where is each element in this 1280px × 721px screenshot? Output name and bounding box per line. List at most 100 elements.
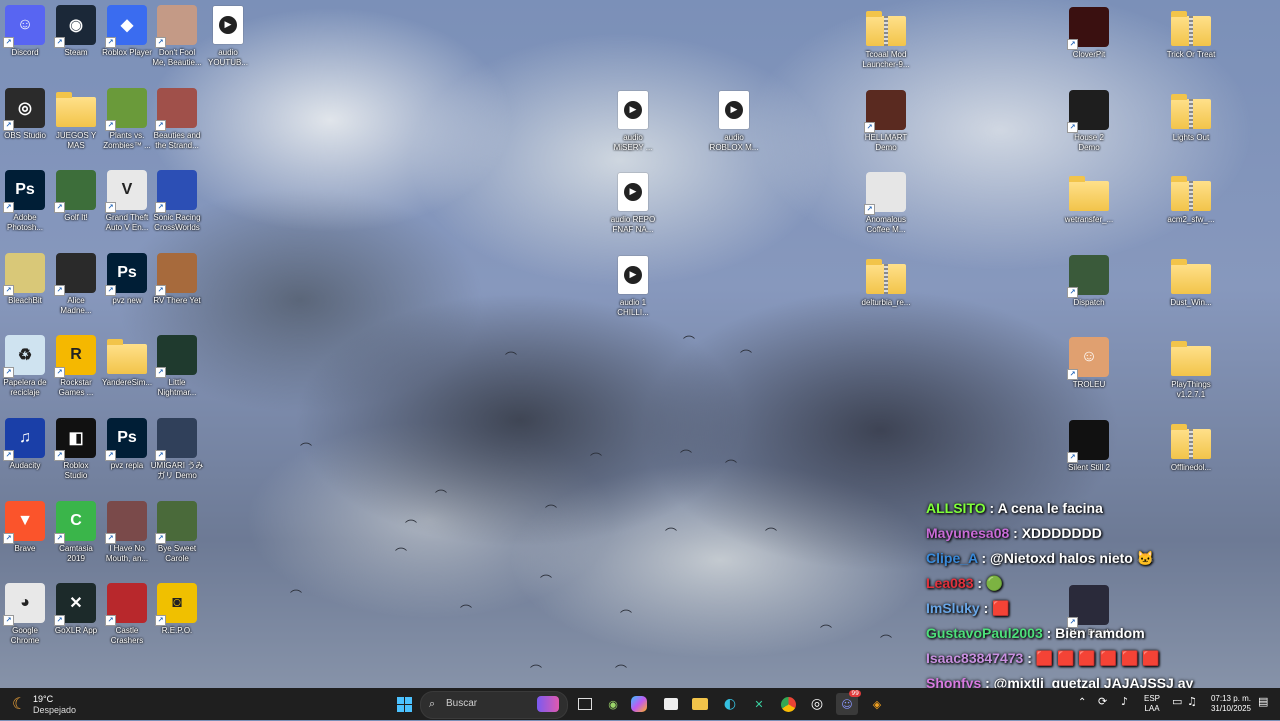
chrome-taskbar-icon[interactable] — [777, 693, 799, 715]
zip-folder-icon — [866, 7, 906, 47]
app-icon: ↗ — [3, 252, 45, 296]
desktop-icon-silent-still-2[interactable]: ↗ Silent Still 2 — [1060, 420, 1118, 473]
volume-icon[interactable]: ♫ — [1187, 696, 1197, 707]
app-icon: ↗ — [105, 87, 147, 131]
edge-icon[interactable]: ◐ — [719, 693, 741, 715]
desktop-icon-papelera-de-reciclaje[interactable]: ♻ ↗ Papelera de reciclaje — [0, 335, 54, 398]
taskbar-search[interactable]: ⌕ Buscar — [420, 691, 568, 719]
app-icon: ↗ — [864, 172, 906, 215]
desktop-icon-audio-misery[interactable]: ▶ audio MiSERY ... — [604, 90, 662, 153]
desktop-icon-wetransfer[interactable]: wetransfer_... — [1060, 172, 1118, 225]
desktop-icon-beauties-and-the-strand[interactable]: ↗ Beauties and the Strand... — [148, 87, 206, 151]
copilot-icon[interactable] — [631, 696, 647, 712]
chat-username: GustavoPaul2003 — [926, 625, 1043, 641]
desktop-icon-hellmart-demo[interactable]: ↗ HELLMART Demo — [857, 90, 915, 153]
desktop-icon-audio-1-chilli[interactable]: ▶ audio 1 CHILLI... — [604, 255, 662, 318]
desktop-icon-label: Adobe Photosh... — [6, 213, 44, 233]
desktop-icon-audacity[interactable]: ♫ ↗ Audacity — [0, 418, 54, 471]
bird-silhouette: ⌒ — [405, 519, 418, 533]
tray-sync-icon[interactable]: ⟳ — [1098, 696, 1107, 707]
desktop-icon-alice-madne[interactable]: ↗ Alice Madne... — [47, 252, 105, 316]
desktop-icon-juegos-y-mas[interactable]: JUEGOS Y MAS — [47, 88, 105, 151]
discord-taskbar-icon[interactable]: ☺ 99 — [836, 690, 861, 715]
desktop-icon-audio-repo-fnaf-na[interactable]: ▶ audio REPO FNAF NA... — [604, 172, 662, 235]
chat-message: GustavoPaul2003 : Bien ramdom — [926, 621, 1266, 646]
file-explorer-icon[interactable] — [689, 693, 711, 715]
network-icon[interactable]: ▭ — [1172, 696, 1182, 707]
desktop-icon-anomalous-coffee-m[interactable]: ↗ Anomalous Coffee M... — [857, 172, 915, 235]
desktop-icon-roblox-studio[interactable]: ◧ ↗ Roblox Studio — [47, 418, 105, 481]
desktop-icon-little-nightmar[interactable]: ↗ Little Nightmar... — [148, 335, 206, 398]
clock-date: 31/10/2025 — [1210, 704, 1252, 713]
desktop-icon-r-e-p-o[interactable]: ◙ ↗ R.E.P.O. — [148, 583, 206, 636]
bird-silhouette: ⌒ — [300, 442, 313, 456]
task-view-icon[interactable] — [574, 693, 596, 715]
chat-username: Mayunesa08 — [926, 525, 1010, 541]
desktop-icon-label: Rockstar Games ... — [58, 378, 94, 398]
desktop-icon-bye-sweet-carole[interactable]: ↗ Bye Sweet Carole — [148, 500, 206, 564]
desktop-icon-audio-roblox-m[interactable]: ▶ audio ROBLOX M... — [705, 90, 763, 153]
desktop-icon-label: Audacity — [9, 461, 41, 470]
chat-text: : @Nietoxd halos nieto 🐱 — [981, 550, 1155, 566]
microphone-icon[interactable]: ♪ — [1121, 696, 1128, 707]
desktop-icon-troleu[interactable]: ☺ ↗ TROLEU — [1060, 337, 1118, 390]
desktop-icon-playthings-v1-2-7-1[interactable]: PlayThings v1.2.7.1 — [1162, 337, 1220, 400]
desktop-icon-house-2-demo[interactable]: ↗ House 2 Demo — [1060, 90, 1118, 153]
desktop-icon-obs-studio[interactable]: ◎ ↗ OBS Studio — [0, 87, 54, 141]
start-button[interactable] — [393, 693, 415, 715]
language-indicator[interactable]: ESP LAA — [1140, 694, 1164, 714]
xbox-gamebar-icon[interactable]: ◉ — [602, 693, 624, 715]
desktop-icon-acm2-sfw[interactable]: acm2_sfw_... — [1162, 172, 1220, 225]
desktop-icon-tcoaal-mod-launcher-9[interactable]: Tcoaal Mod Launcher-9... — [857, 7, 915, 70]
app-icon: ↗ — [1067, 420, 1109, 463]
desktop-icon-dispatch[interactable]: ↗ Dispatch — [1060, 255, 1118, 308]
goxlr-taskbar-icon[interactable]: ✕ — [748, 693, 770, 715]
desktop-icon-steam[interactable]: ◉ ↗ Steam — [47, 5, 105, 58]
shortcut-arrow-icon: ↗ — [105, 37, 116, 48]
desktop-icon-adobe-photosh[interactable]: Ps ↗ Adobe Photosh... — [0, 170, 54, 233]
desktop-icon-label: Google Chrome — [10, 626, 40, 646]
desktop-icon-umigari-demo[interactable]: ↗ UMIGARI うみ ガリ Demo — [148, 418, 206, 481]
desktop-icon-don-t-fool-me-beautie[interactable]: ↗ Don't Fool Me, Beautie... — [148, 5, 206, 68]
app-icon: Ps ↗ — [3, 170, 45, 214]
app-icon: ↗ — [155, 170, 197, 214]
folder-icon — [1069, 172, 1109, 212]
desktop-icon-label: JUEGOS Y MAS — [55, 130, 97, 150]
shortcut-arrow-icon: ↗ — [1067, 369, 1078, 380]
desktop-icon-golf-it[interactable]: ↗ Golf It! — [47, 170, 105, 223]
shortcut-arrow-icon: ↗ — [54, 615, 65, 627]
tray-overflow-chevron[interactable]: ⌃ — [1078, 698, 1086, 708]
clock[interactable]: 07:13 p. m. 31/10/2025 — [1205, 694, 1257, 714]
audio-file-icon: ▶ — [208, 5, 248, 45]
desktop-icon-bleachbit[interactable]: ↗ BleachBit — [0, 252, 54, 306]
obs-taskbar-icon[interactable]: ◎ — [806, 693, 828, 715]
desktop-icon-brave[interactable]: ▼ ↗ Brave — [0, 500, 54, 554]
desktop-icon-discord[interactable]: ☺ ↗ Discord — [0, 5, 54, 58]
desktop-icon-cloverpit[interactable]: ↗ CloverPit — [1060, 7, 1118, 60]
desktop-icon-label: audio MiSERY ... — [613, 133, 653, 152]
desktop-icon-rockstar-games[interactable]: R ↗ Rockstar Games ... — [47, 335, 105, 398]
desktop-icon-audio-youtub[interactable]: ▶ audio YOUTUB... — [199, 5, 257, 68]
shortcut-arrow-icon: ↗ — [3, 532, 14, 544]
shortcut-arrow-icon: ↗ — [105, 532, 116, 544]
desktop-icon-delturbia-re[interactable]: delturbia_re... — [857, 255, 915, 308]
desktop-icon-goxlr-app[interactable]: ✕ ↗ GoXLR App — [47, 583, 105, 636]
notifications-icon[interactable]: ▤ — [1258, 696, 1268, 707]
desktop-icon-lights-out[interactable]: Lights Out — [1162, 90, 1220, 143]
store-icon[interactable] — [660, 693, 682, 715]
weather-widget[interactable]: ☾ 19°C Despejado — [10, 692, 100, 716]
chat-username: Isaac83847473 — [926, 650, 1024, 666]
app-icon: ☺ ↗ — [1067, 337, 1109, 380]
chat-message: Isaac83847473 : 🟥 🟥 🟥 🟥 🟥 🟥 — [926, 646, 1266, 671]
desktop-icon-label: House 2 Demo — [1074, 133, 1104, 152]
desktop-icon-trick-or-treat[interactable]: Trick Or Treat — [1162, 7, 1220, 60]
desktop-icon-camtasia-2019[interactable]: C ↗ Camtasia 2019 — [47, 500, 105, 564]
desktop-icon-rv-there-yet[interactable]: ↗ RV There Yet — [148, 252, 206, 306]
desktop-icon-dust-win[interactable]: Dust_Win... — [1162, 255, 1220, 308]
desktop-icon-offlinedol[interactable]: Offlinedol... — [1162, 420, 1220, 473]
app-icon: ☺ ↗ — [3, 5, 45, 48]
pinned-app-icon[interactable]: ◈ — [866, 693, 888, 715]
desktop-icon-sonic-racing-crossworlds[interactable]: ↗ Sonic Racing CrossWorlds — [148, 170, 206, 233]
app-icon: ↗ — [155, 418, 197, 461]
desktop-icon-google-chrome[interactable]: ◕ ↗ Google Chrome — [0, 583, 54, 646]
